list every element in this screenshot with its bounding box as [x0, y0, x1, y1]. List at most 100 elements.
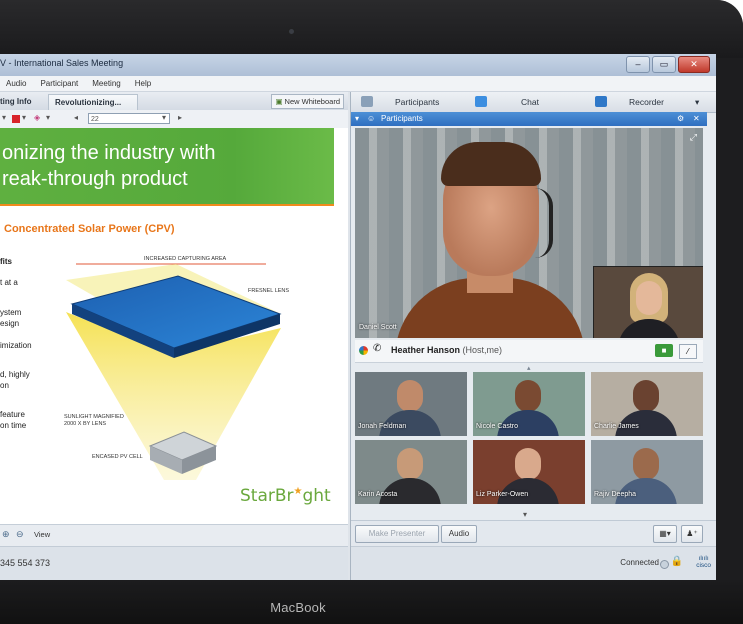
chevron-down-icon[interactable]: ▾: [162, 113, 166, 122]
screen: V - International Sales Meeting – ▭ ✕ Au…: [0, 54, 716, 580]
dropdown-arrow-icon[interactable]: ▾: [22, 113, 26, 122]
host-row[interactable]: ✆ Heather Hanson (Host,me) ■ ⁄: [355, 340, 703, 363]
active-speaker-video: ⤢ Daniel Scott: [355, 128, 703, 338]
whiteboard-icon: ▣: [275, 97, 283, 106]
tab-participants[interactable]: Participants: [395, 92, 439, 112]
participants-header: ▾ ☺ Participants ⚙ ✕: [351, 112, 707, 126]
new-whiteboard-label: New Whiteboard: [284, 97, 340, 106]
close-icon[interactable]: ✕: [693, 112, 700, 126]
mute-icon[interactable]: ⁄: [679, 344, 697, 359]
slide-banner: onizing the industry with reak-through p…: [0, 128, 334, 204]
logo-text: ght: [302, 486, 331, 506]
slide-subtitle: Concentrated Solar Power (CPV): [4, 223, 175, 235]
make-presenter-button[interactable]: Make Presenter: [355, 525, 439, 543]
collapse-icon[interactable]: ▾: [355, 112, 359, 126]
participant-actions: Make Presenter Audio ▦▾ ♟⁺: [351, 520, 716, 547]
presentation-slide: onizing the industry with reak-through p…: [0, 128, 348, 524]
webcam-icon: [289, 29, 294, 34]
participant-figure: [633, 380, 659, 412]
annotation-toolbar: ▾ ▾ ◈ ▾ ◂ 22 ▾ ▸: [0, 110, 348, 129]
page-number-field[interactable]: 22: [88, 113, 170, 124]
participant-video[interactable]: Liz Parker-Owen: [473, 440, 585, 504]
logo-text: StarBr: [240, 486, 294, 506]
content-pane: ting Info Revolutionizing... ▣ New Whiteb…: [0, 92, 348, 580]
tab-meeting-info[interactable]: ting Info: [0, 94, 38, 110]
participant-name: Nicole Castro: [476, 423, 519, 430]
tab-presentation[interactable]: Revolutionizing...: [48, 94, 138, 111]
menu-audio[interactable]: Audio: [6, 76, 26, 91]
participants-icon: [361, 96, 373, 107]
expand-icon[interactable]: ⤢: [690, 132, 697, 143]
host-name-text: Heather Hanson: [391, 345, 461, 355]
solar-concentrator-diagram: [66, 263, 282, 480]
chat-icon: [475, 96, 487, 107]
diagram-label: FRESNEL LENS: [248, 288, 290, 294]
previous-page-icon[interactable]: ◂: [74, 113, 78, 122]
zoom-in-icon[interactable]: ⊕: [2, 529, 10, 540]
minimize-button[interactable]: –: [626, 56, 650, 73]
chevron-down-icon[interactable]: ▾: [695, 92, 699, 112]
scroll-down-icon[interactable]: ▾: [523, 510, 527, 519]
bullet-text: esign: [0, 319, 20, 328]
menu-participant[interactable]: Participant: [40, 76, 78, 91]
view-button[interactable]: View: [34, 530, 50, 539]
zoom-out-icon[interactable]: ⊖: [16, 529, 24, 540]
speaker-figure: [441, 142, 541, 186]
recorder-icon: [595, 96, 607, 107]
color-picker-icon[interactable]: [12, 115, 20, 123]
participant-video-grid: Jonah Feldman Nicole Castro Charlie Jame…: [355, 372, 703, 510]
participant-video[interactable]: Charlie James: [591, 372, 703, 436]
close-button[interactable]: ✕: [678, 56, 710, 73]
slide-title-line-2: reak-through product: [2, 168, 188, 190]
connection-status: Connected: [620, 558, 659, 567]
participants-header-label: Participants: [381, 114, 423, 123]
participant-video[interactable]: Karin Acosta: [355, 440, 467, 504]
slide-title-line-1: onizing the industry with: [2, 142, 216, 164]
gear-icon[interactable]: ⚙: [677, 112, 684, 126]
bullet-text: fits: [0, 257, 12, 266]
content-bottom-bar: ⊕ ⊖ View: [0, 524, 348, 547]
bezel: [0, 0, 743, 58]
host-role: (Host,me): [462, 345, 503, 355]
people-icon: ☺: [367, 114, 376, 123]
dropdown-arrow-icon[interactable]: ▾: [2, 113, 6, 122]
new-whiteboard-button[interactable]: ▣ New Whiteboard: [271, 94, 344, 109]
cisco-logo: ılıılı cisco: [696, 555, 711, 569]
panels-pane: Participants Chat Recorder ▾ ▾ ☺ Partici…: [350, 92, 716, 580]
host-name: Heather Hanson (Host,me): [391, 345, 502, 355]
eraser-icon[interactable]: ◈: [34, 113, 40, 122]
cisco-label: cisco: [696, 562, 711, 569]
bullet-text: t at a: [0, 278, 18, 287]
add-participant-icon[interactable]: ♟⁺: [681, 525, 703, 543]
menu-meeting[interactable]: Meeting: [92, 76, 120, 91]
participant-video[interactable]: Nicole Castro: [473, 372, 585, 436]
participant-figure: [397, 380, 423, 412]
participant-figure: [397, 448, 423, 480]
scroll-up-icon[interactable]: ▴: [527, 364, 531, 372]
laptop-frame: V - International Sales Meeting – ▭ ✕ Au…: [0, 0, 743, 624]
content-tabs: ting Info Revolutionizing... ▣ New Whiteb…: [0, 92, 348, 111]
participant-name: Rajiv Deepha: [594, 491, 637, 498]
participant-figure: [515, 380, 541, 412]
window-title: V - International Sales Meeting: [0, 58, 124, 68]
bullet-text: on time: [0, 421, 27, 430]
dropdown-arrow-icon[interactable]: ▾: [46, 113, 50, 122]
meeting-number: 345 554 373: [0, 558, 51, 568]
maximize-button[interactable]: ▭: [652, 56, 676, 73]
layout-menu-icon[interactable]: ▦▾: [653, 525, 677, 543]
tab-recorder[interactable]: Recorder: [629, 92, 664, 112]
next-page-icon[interactable]: ▸: [178, 113, 182, 122]
participant-name: Liz Parker-Owen: [476, 491, 529, 498]
participant-video[interactable]: Rajiv Deepha: [591, 440, 703, 504]
diagram-label: SUNLIGHT MAGNIFIED 2000 X BY LENS: [64, 414, 124, 427]
audio-button[interactable]: Audio: [441, 525, 477, 543]
self-figure: [618, 319, 680, 338]
tab-chat[interactable]: Chat: [521, 92, 539, 112]
bullet-text: d, highly: [0, 370, 30, 379]
participant-video[interactable]: Jonah Feldman: [355, 372, 467, 436]
bullet-text: on: [0, 381, 9, 390]
participant-figure: [515, 448, 541, 480]
video-camera-icon[interactable]: ■: [655, 344, 673, 357]
menu-help[interactable]: Help: [135, 76, 151, 91]
starbright-logo: StarBr★ght: [240, 486, 331, 506]
